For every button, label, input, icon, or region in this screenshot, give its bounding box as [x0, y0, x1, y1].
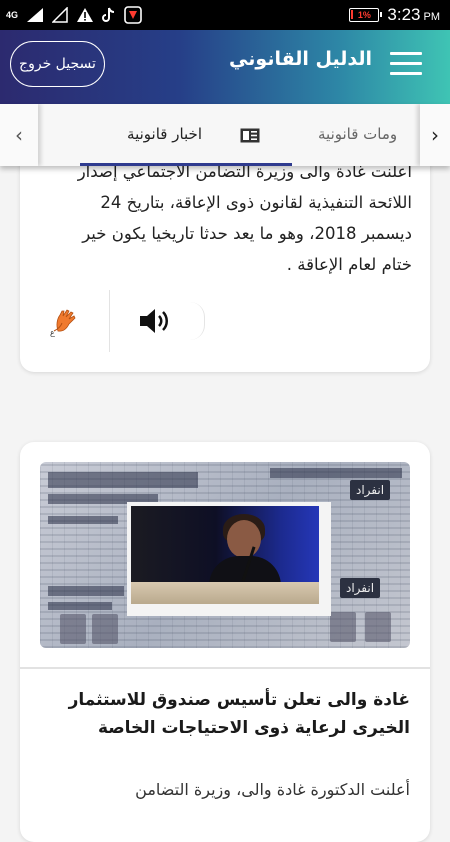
- warning-icon: [77, 8, 94, 22]
- news-card[interactable]: انفراد انفراد غادة والى تعلن تأسيس صندوق…: [20, 442, 430, 842]
- status-bar: 4G 1% 3:23 PM: [0, 0, 450, 30]
- tab-legal-info[interactable]: ومات قانونية: [318, 125, 397, 143]
- scroll-right-arrow-icon[interactable]: ›: [420, 104, 450, 166]
- active-tab-indicator: [80, 163, 292, 166]
- tiktok-icon: [102, 7, 115, 22]
- news-image[interactable]: انفراد انفراد: [40, 462, 410, 648]
- speaker-icon[interactable]: [138, 304, 174, 338]
- clock-time: 3:23: [387, 5, 421, 24]
- card-actions: ع: [20, 290, 430, 372]
- news-card-title[interactable]: غادة والى تعلن تأسيس صندوق للاستثمار الخ…: [38, 686, 410, 742]
- photo-frame: [127, 502, 331, 616]
- newspaper-icon: [240, 128, 260, 143]
- logout-button[interactable]: تسجيل خروج: [10, 41, 105, 87]
- svg-text:ع: ع: [50, 328, 55, 337]
- app-title: الدليل القانوني: [229, 48, 372, 70]
- newspaper-tag: انفراد: [340, 578, 381, 598]
- speaker-photo: [131, 506, 319, 604]
- body-line: ديسمبر 2018، وهو ما يعد حدثا تاريخيا يكو…: [82, 224, 412, 243]
- newspaper-tag: انفراد: [350, 480, 391, 500]
- no-wifi-icon: [52, 7, 68, 23]
- category-tabs: ‹ اخبار قانونية ومات قانونية ›: [0, 104, 450, 166]
- body-line: اللائحة التنفيذية لقانون ذوى الإعاقة، بت…: [100, 193, 412, 212]
- clock-ampm: PM: [423, 11, 441, 23]
- news-card-body: أعلنت غادة والى وزيرة التضامن الاجتماعي …: [38, 156, 412, 280]
- app-notification-icon: [124, 6, 142, 24]
- tab-legal-news-label: اخبار قانونية: [127, 125, 202, 143]
- network-type: 4G: [6, 9, 19, 20]
- app-header: تسجيل خروج الدليل القانوني: [0, 30, 450, 104]
- tab-legal-news[interactable]: اخبار قانونية: [80, 104, 292, 166]
- clock: 3:23 PM: [387, 5, 440, 25]
- divider: [190, 302, 205, 340]
- body-line: ختام لعام الإعاقة .: [286, 255, 412, 274]
- scroll-left-arrow-icon[interactable]: ‹: [0, 104, 38, 166]
- battery-level: 1%: [357, 10, 371, 20]
- hamburger-menu-icon[interactable]: [390, 52, 422, 76]
- divider: [109, 290, 110, 352]
- battery-indicator: 1%: [349, 8, 383, 22]
- signal-icon: [27, 8, 44, 22]
- sign-language-icon[interactable]: ع: [50, 305, 82, 337]
- divider: [20, 667, 430, 669]
